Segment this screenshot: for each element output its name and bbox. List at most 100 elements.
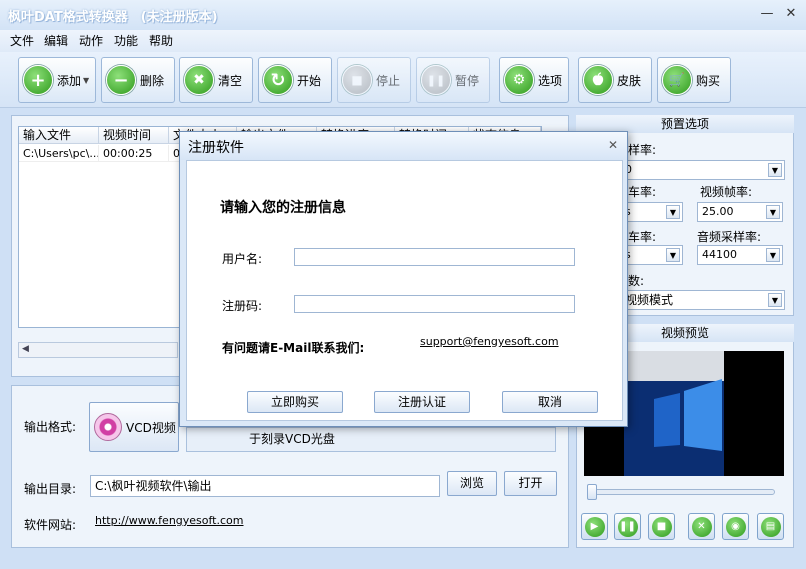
audio-bitrate-select[interactable]: s▼	[620, 245, 683, 265]
horizontal-scrollbar[interactable]: ◀	[18, 342, 178, 358]
chevron-down-icon[interactable]: ▼	[766, 248, 780, 262]
framerate-value: 25.00	[702, 205, 734, 218]
mode-select[interactable]: 视频模式 ▼	[620, 290, 785, 310]
browse-button[interactable]: 浏览	[447, 471, 497, 496]
add-button[interactable]: + 添加 ▼	[18, 57, 96, 103]
stop-icon: ■	[342, 65, 372, 95]
seek-slider[interactable]	[589, 489, 775, 495]
stop-label: 停止	[376, 73, 401, 88]
chevron-down-icon[interactable]: ▼	[768, 293, 782, 307]
regcode-label: 注册码:	[222, 299, 263, 313]
skin-label: 皮肤	[617, 73, 642, 88]
mode-label: 数:	[628, 274, 645, 288]
skin-button[interactable]: 皮肤	[578, 57, 652, 103]
output-dir-label: 输出目录:	[24, 482, 77, 496]
contact-label: 有问题请E-Mail联系我们:	[222, 341, 365, 355]
options-button[interactable]: ⚙ 选项	[499, 57, 569, 103]
pause-preview-button[interactable]: ❚❚	[614, 513, 641, 540]
menu-file[interactable]: 文件	[10, 32, 34, 49]
add-label: 添加	[57, 73, 82, 88]
size-select[interactable]: 0 ▼	[620, 160, 785, 180]
folder-icon: ▤	[760, 516, 781, 537]
minimize-button[interactable]: —	[756, 4, 778, 24]
website-link[interactable]: http://www.fengyesoft.com	[95, 514, 244, 527]
register-button[interactable]: 注册认证	[374, 391, 470, 413]
stop-icon: ■	[651, 516, 672, 537]
stop-preview-button[interactable]: ■	[648, 513, 675, 540]
video-bitrate-select[interactable]: s▼	[620, 202, 683, 222]
snapshot-button[interactable]: ◉	[722, 513, 749, 540]
audio-bitrate-label: 车率:	[628, 230, 657, 244]
framerate-label: 视频帧率:	[700, 185, 753, 199]
mute-button[interactable]: ✕	[688, 513, 715, 540]
column-header[interactable]: 视频时间	[99, 127, 169, 144]
menu-action[interactable]: 动作	[79, 32, 103, 49]
remove-label: 删除	[140, 73, 165, 88]
chevron-down-icon[interactable]: ▼	[666, 205, 680, 219]
start-button[interactable]: ↻ 开始	[258, 57, 332, 103]
size-label: 样率:	[628, 143, 657, 157]
clear-label: 清空	[218, 73, 243, 88]
close-icon[interactable]: ✕	[608, 138, 618, 152]
clear-button[interactable]: ✖ 清空	[179, 57, 253, 103]
cancel-button[interactable]: 取消	[502, 391, 598, 413]
dialog-body: 请输入您的注册信息 用户名: 注册码: 有问题请E-Mail联系我们: supp…	[186, 160, 623, 421]
menu-function[interactable]: 功能	[114, 32, 138, 49]
video-bitrate-label: 车率:	[628, 185, 657, 199]
pause-label: 暂停	[455, 73, 480, 88]
chevron-down-icon[interactable]: ▼	[768, 163, 782, 177]
buy-label: 购买	[696, 73, 721, 88]
chevron-down-icon[interactable]: ▼	[83, 76, 89, 85]
scroll-left-icon[interactable]: ◀	[22, 344, 29, 354]
chevron-down-icon[interactable]: ▼	[666, 248, 680, 262]
start-label: 开始	[297, 73, 322, 88]
folder-button[interactable]: ▤	[757, 513, 784, 540]
cell-duration: 00:00:25	[99, 145, 169, 162]
samplerate-value: 44100	[702, 248, 737, 261]
open-button[interactable]: 打开	[504, 471, 557, 496]
dialog-title-bar: 注册软件 ✕	[180, 132, 627, 160]
buy-button[interactable]: 🛒 购买	[657, 57, 731, 103]
chevron-down-icon[interactable]: ▼	[766, 205, 780, 219]
remove-button[interactable]: − 删除	[101, 57, 175, 103]
close-button[interactable]: ✕	[780, 4, 802, 24]
output-format-label: 输出格式:	[24, 420, 77, 434]
menu-edit[interactable]: 编辑	[44, 32, 68, 49]
options-icon: ⚙	[504, 65, 534, 95]
add-icon: +	[23, 65, 53, 95]
window-title: 枫叶DAT格式转换器 (未注册版本)	[8, 10, 218, 25]
website-label: 软件网站:	[24, 518, 77, 532]
skin-icon	[583, 65, 613, 95]
clear-icon: ✖	[184, 65, 214, 95]
menu-bar: 文件 编辑 动作 功能 帮助	[0, 30, 806, 52]
output-format-button[interactable]: VCD视频	[89, 402, 179, 452]
regcode-input[interactable]	[294, 295, 575, 313]
options-label: 选项	[538, 73, 563, 88]
pause-button[interactable]: ❚❚ 暂停	[416, 57, 490, 103]
play-icon: ▶	[584, 516, 605, 537]
username-input[interactable]	[294, 248, 575, 266]
samplerate-select[interactable]: 44100 ▼	[697, 245, 783, 265]
toolbar: + 添加 ▼ − 删除 ✖ 清空 ↻ 开始 ■ 停止 ❚❚ 暂停 ⚙ 选项 皮肤…	[0, 52, 806, 108]
disc-icon	[94, 413, 122, 441]
mute-icon: ✕	[691, 516, 712, 537]
email-link[interactable]: support@fengyesoft.com	[420, 335, 559, 348]
output-dir-input[interactable]: C:\枫叶视频软件\输出	[90, 475, 440, 497]
menu-help[interactable]: 帮助	[149, 32, 173, 49]
framerate-select[interactable]: 25.00 ▼	[697, 202, 783, 222]
column-header[interactable]: 输入文件	[19, 127, 99, 144]
dialog-title: 注册软件	[188, 140, 244, 156]
format-description: 于刻录VCD光盘	[186, 427, 556, 452]
stop-button[interactable]: ■ 停止	[337, 57, 411, 103]
remove-icon: −	[106, 65, 136, 95]
play-button[interactable]: ▶	[581, 513, 608, 540]
buy-now-button[interactable]: 立即购买	[247, 391, 343, 413]
dialog-heading: 请输入您的注册信息	[220, 200, 346, 216]
username-label: 用户名:	[222, 252, 263, 266]
seek-handle[interactable]	[587, 484, 597, 500]
title-bar: 枫叶DAT格式转换器 (未注册版本) — ✕	[0, 0, 806, 30]
pause-icon: ❚❚	[617, 516, 638, 537]
samplerate-label: 音频采样率:	[697, 230, 762, 244]
pause-icon: ❚❚	[421, 65, 451, 95]
cell-input-file: C:\Users\pc\...	[19, 145, 99, 162]
